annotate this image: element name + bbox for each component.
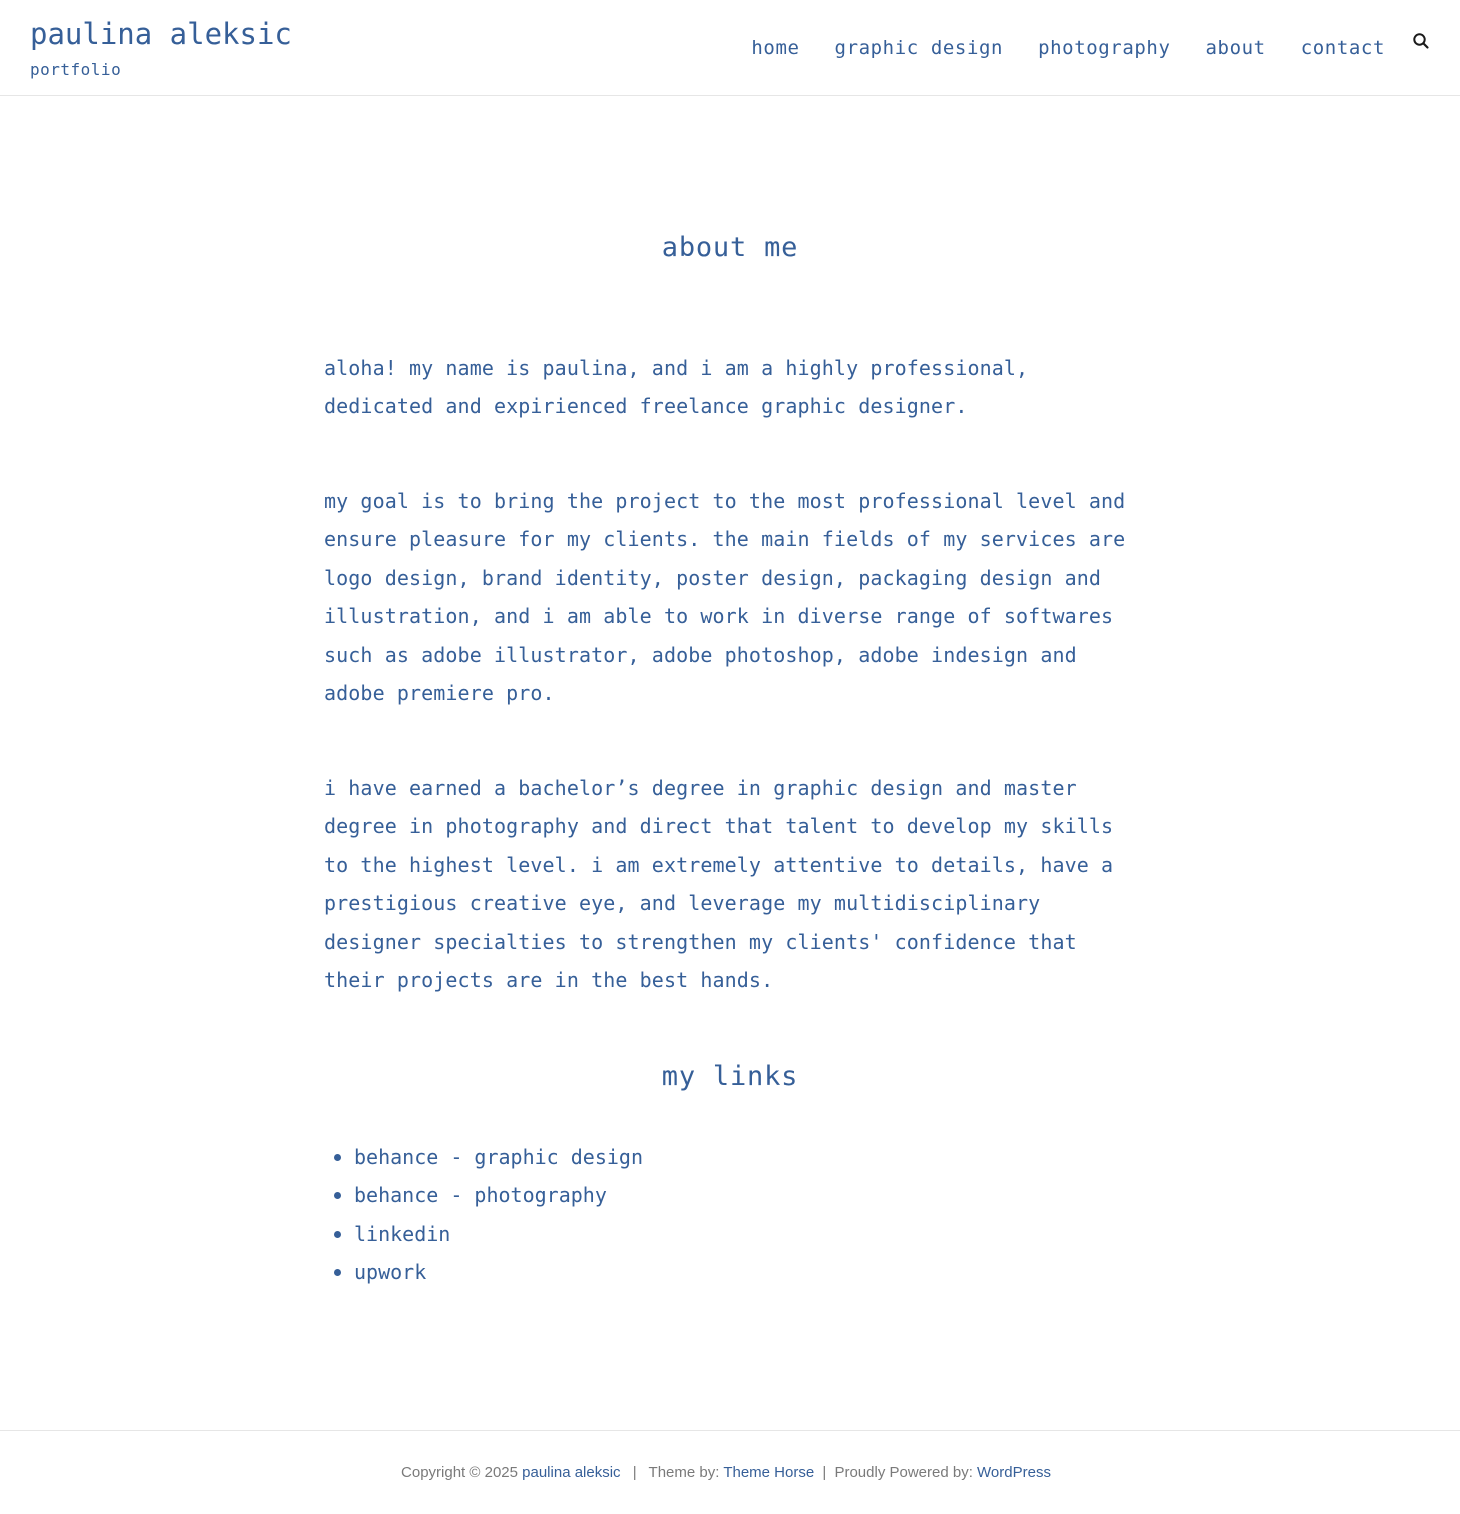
nav-item-photography[interactable]: photography xyxy=(1038,36,1170,60)
main-nav: home graphic design photography about co… xyxy=(751,36,1385,60)
list-item: behance - graphic design xyxy=(334,1138,643,1176)
nav-item-contact[interactable]: contact xyxy=(1301,36,1385,60)
nav-item-about[interactable]: about xyxy=(1206,36,1266,60)
services-paragraph: my goal is to bring the project to the m… xyxy=(324,489,1126,706)
footer-separator: | xyxy=(632,1464,637,1481)
search-icon[interactable] xyxy=(1412,32,1432,52)
list-item: linkedin xyxy=(334,1215,643,1253)
link-behance-photography[interactable]: behance - photography xyxy=(354,1183,607,1207)
site-tagline: portfolio xyxy=(30,60,122,79)
copyright-text: Copyright © 2025 xyxy=(401,1464,518,1481)
education-paragraph: i have earned a bachelor’s degree in gra… xyxy=(324,776,1114,993)
intro-paragraph: aloha! my name is paulina, and i am a hi… xyxy=(324,356,1029,419)
link-upwork[interactable]: upwork xyxy=(354,1260,426,1284)
list-item: upwork xyxy=(334,1253,643,1291)
wordpress-link[interactable]: WordPress xyxy=(977,1464,1051,1481)
nav-item-graphic-design[interactable]: graphic design xyxy=(835,36,1004,60)
footer-separator: | xyxy=(822,1464,827,1481)
footer-site-link[interactable]: paulina aleksic xyxy=(522,1464,620,1481)
site-title[interactable]: paulina aleksic xyxy=(30,14,292,54)
page-title: about me xyxy=(661,232,799,263)
link-behance-graphic-design[interactable]: behance - graphic design xyxy=(354,1145,643,1169)
site-header: paulina aleksic portfolio home graphic d… xyxy=(0,0,1460,96)
links-heading: my links xyxy=(661,1061,799,1092)
links-list: behance - graphic design behance - photo… xyxy=(324,1138,643,1292)
link-linkedin[interactable]: linkedin xyxy=(354,1222,450,1246)
footer-credits: Copyright © 2025 paulina aleksic | Theme… xyxy=(0,1463,1452,1483)
nav-item-home[interactable]: home xyxy=(751,36,799,60)
powered-text: Proudly Powered by: xyxy=(834,1464,973,1481)
theme-text: Theme by: xyxy=(648,1464,720,1481)
theme-link[interactable]: Theme Horse xyxy=(723,1464,814,1481)
list-item: behance - photography xyxy=(334,1176,643,1214)
site-footer: Copyright © 2025 paulina aleksic | Theme… xyxy=(0,1430,1460,1514)
